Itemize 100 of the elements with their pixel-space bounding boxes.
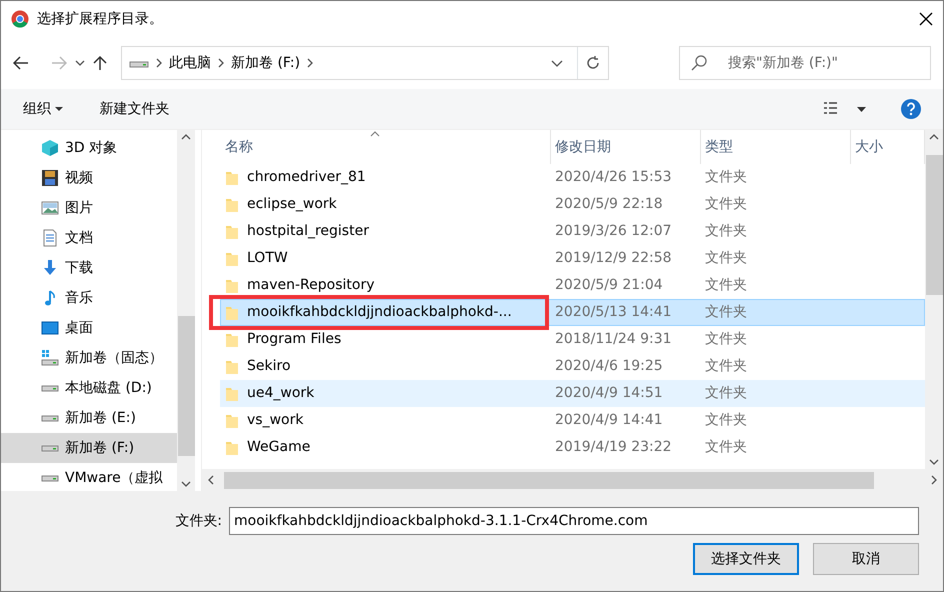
file-date: 2020/4/6 19:25 [554,357,664,376]
search-field[interactable]: 搜索"新加卷 (F:)" [679,46,931,80]
address-bar[interactable]: 此电脑 新加卷 (F:) [121,46,609,80]
folder-icon [225,440,239,456]
back-arrow-icon[interactable] [13,56,29,70]
file-type: 文件夹 [704,249,748,268]
file-date: 2018/11/24 9:31 [554,330,673,349]
file-type: 文件夹 [704,330,748,349]
file-type: 文件夹 [704,357,748,376]
file-name: mooikfkahbdckldjjndioackbalphokd-... [247,303,512,322]
folder-label: 文件夹: [175,512,222,530]
file-row[interactable]: vs_work 2020/4/9 14:41 文件夹 [220,407,925,434]
file-name: maven-Repository [247,276,374,295]
file-date: 2019/3/26 12:07 [554,222,673,241]
new-folder-button[interactable]: 新建文件夹 [99,98,170,120]
file-row[interactable]: hostpital_register 2019/3/26 12:07 文件夹 [220,218,925,245]
file-date: 2020/4/9 14:41 [554,411,664,430]
window-title: 选择扩展程序目录。 [37,10,163,28]
chevron-right-icon[interactable] [307,58,314,68]
file-name: hostpital_register [247,222,369,241]
column-header[interactable]: 名称 [221,130,551,164]
chevron-down-icon[interactable] [551,60,563,66]
file-row[interactable]: eclipse_work 2020/5/9 22:18 文件夹 [220,191,925,218]
cube-icon [41,139,59,157]
file-row[interactable]: LOTW 2019/12/9 22:58 文件夹 [220,245,925,272]
file-name: chromedriver_81 [247,168,366,187]
chevron-right-icon[interactable] [218,58,224,68]
sidebar-item[interactable]: 新加卷（固态） [1,343,177,373]
breadcrumb-item[interactable]: 新加卷 (F:) [231,52,300,74]
sidebar-item[interactable]: 音乐 [1,283,177,313]
file-date: 2019/12/9 22:58 [554,249,673,268]
scroll-up-icon[interactable] [181,134,191,140]
caret-icon[interactable] [857,106,866,112]
file-type: 文件夹 [704,276,748,295]
breadcrumb-item[interactable]: 此电脑 [169,52,211,74]
file-name: eclipse_work [247,195,337,214]
folder-icon [225,386,239,402]
help-icon[interactable] [901,99,921,119]
scroll-left-icon[interactable] [208,475,214,485]
drive-icon [41,474,59,482]
file-row[interactable]: WeGame 2019/4/19 23:22 文件夹 [220,434,925,461]
folder-icon [225,304,239,320]
sidebar-item[interactable]: 3D 对象 [1,133,177,163]
scroll-up-icon[interactable] [929,134,939,140]
sidebar-item[interactable]: 视频 [1,163,177,193]
drive-icon [41,414,59,422]
file-row[interactable]: maven-Repository 2020/5/9 21:04 文件夹 [220,272,925,299]
file-date: 2020/5/9 22:18 [554,195,664,214]
select-folder-button[interactable]: 选择文件夹 [693,543,799,575]
scrollbar[interactable] [177,130,195,491]
close-icon[interactable] [919,12,933,26]
chevron-right-icon[interactable] [156,58,162,68]
file-type: 文件夹 [704,303,748,322]
sidebar-item[interactable]: 下载 [1,253,177,283]
column-header[interactable]: 修改日期 [551,130,701,164]
file-name: LOTW [247,249,288,268]
scroll-right-icon[interactable] [931,475,937,485]
chevron-down-icon[interactable] [75,60,85,66]
file-row[interactable]: Program Files 2018/11/24 9:31 文件夹 [220,326,925,353]
sidebar-item[interactable]: 本地磁盘 (D:) [1,373,177,403]
folder-icon [225,278,239,294]
scrollbar[interactable] [925,130,943,469]
sidebar-item[interactable]: 新加卷 (E:) [1,403,177,433]
scroll-down-icon[interactable] [929,459,939,465]
scrollbar-thumb[interactable] [178,316,194,456]
sidebar-item[interactable]: 桌面 [1,313,177,343]
sidebar-item[interactable]: 图片 [1,193,177,223]
file-name: WeGame [247,438,310,457]
file-date: 2019/4/19 23:22 [554,438,673,457]
file-date: 2020/5/9 21:04 [554,276,664,295]
caret-icon[interactable] [55,106,64,111]
file-row[interactable]: chromedriver_81 2020/4/26 15:53 文件夹 [220,164,925,191]
sidebar-item[interactable]: 新加卷 (F:) [1,433,177,463]
scroll-down-icon[interactable] [181,481,191,487]
sidebar-item[interactable]: VMware（虚拟 [1,463,177,493]
sidebar-item[interactable]: 文档 [1,223,177,253]
column-header[interactable]: 类型 [701,130,851,164]
folder-icon [225,196,239,212]
drive-icon [41,444,59,452]
refresh-icon[interactable] [585,55,601,71]
file-type: 文件夹 [704,384,748,403]
folder-icon [225,358,239,374]
folder-icon [225,332,239,348]
folder-icon [225,250,239,266]
folder-icon [225,170,239,186]
film-icon [41,169,59,187]
scrollbar-thumb[interactable] [224,472,874,488]
browser-logo-icon [11,10,29,28]
file-type: 文件夹 [704,195,748,214]
file-name: Program Files [247,330,342,349]
folder-name-field[interactable]: mooikfkahbdckldjjndioackbalphokd-3.1.1-Crx4Chrome.com [229,507,919,535]
organize-menu[interactable]: 组织 [23,98,64,120]
file-row[interactable]: Sekiro 2020/4/6 19:25 文件夹 [220,353,925,380]
file-type: 文件夹 [704,222,748,241]
up-arrow-icon[interactable] [93,55,107,71]
scrollbar[interactable] [202,469,943,491]
file-row[interactable]: ue4_work 2020/4/9 14:51 文件夹 [220,380,925,407]
cancel-button[interactable]: 取消 [813,543,919,575]
file-name: vs_work [247,411,304,430]
scrollbar-thumb[interactable] [926,154,942,294]
